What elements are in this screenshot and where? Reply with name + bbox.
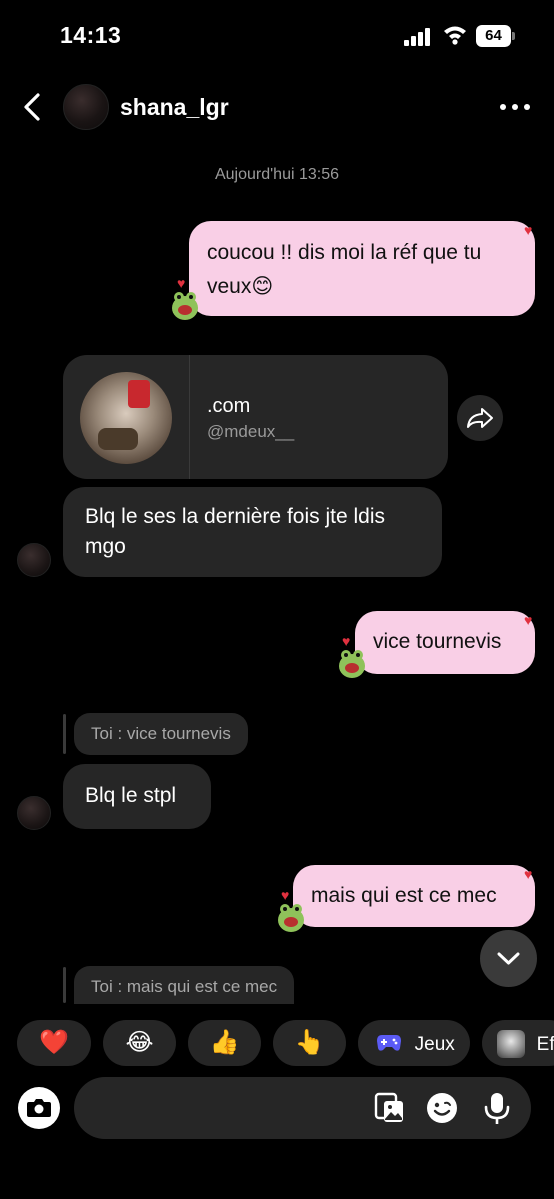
battery-level: 64: [476, 25, 511, 47]
profile-share-card[interactable]: .com @mdeux__: [63, 355, 448, 479]
share-button[interactable]: [457, 395, 503, 441]
profile-share-handle: @mdeux__: [207, 422, 295, 441]
quick-reaction-pointing[interactable]: 👆: [273, 1020, 346, 1066]
more-options-icon[interactable]: [500, 104, 530, 110]
message-text-line: Blq le stpl: [85, 784, 177, 807]
header-avatar[interactable]: [63, 84, 109, 130]
quick-reaction-heart[interactable]: ❤️: [17, 1020, 91, 1066]
games-button[interactable]: Jeux: [358, 1020, 470, 1066]
reply-preview[interactable]: Toi : vice tournevis: [74, 713, 248, 755]
joy-emoji-icon: 😂: [125, 1029, 154, 1056]
thumbs-up-icon: 👍: [209, 1029, 240, 1056]
quick-reaction-thumbs-up[interactable]: 👍: [188, 1020, 261, 1066]
heart-icon: ♥: [524, 222, 533, 238]
header-username[interactable]: shana_lgr: [120, 94, 229, 121]
message-incoming[interactable]: Blq le ses la dernière fois jte ldis mgo: [63, 487, 442, 577]
message-outgoing[interactable]: vice tournevis: [355, 611, 535, 674]
wifi-icon: [444, 26, 466, 45]
message-input[interactable]: [74, 1077, 531, 1139]
effect-avatar-icon: [497, 1030, 525, 1058]
message-outgoing[interactable]: mais qui est ce mec: [293, 865, 535, 927]
chevron-down-icon: [497, 952, 520, 965]
message-text-line: Blq le ses la dernière fois jte ldis: [85, 505, 385, 528]
effects-label: Eff: [536, 1034, 554, 1055]
scroll-to-bottom-button[interactable]: [480, 930, 537, 987]
gallery-icon[interactable]: [372, 1091, 406, 1125]
back-arrow-icon[interactable]: [20, 92, 46, 122]
signal-icon: [404, 28, 432, 46]
camera-icon: [27, 1099, 51, 1117]
conversation-timestamp: Aujourd'hui 13:56: [214, 166, 340, 183]
message-text-line: coucou !! dis moi la réf que tu: [207, 241, 482, 264]
message-text-line: mgo: [85, 535, 126, 558]
message-text-line: mais qui est ce mec: [311, 884, 497, 907]
sender-avatar[interactable]: [17, 543, 51, 577]
card-divider: [189, 355, 190, 479]
microphone-icon[interactable]: [480, 1091, 514, 1125]
battery-icon: 64: [476, 25, 516, 47]
heart-icon: ♥: [524, 612, 533, 628]
frog-sticker-icon: [172, 292, 198, 320]
message-outgoing[interactable]: coucou !! dis moi la réf que tu veux😊: [189, 221, 535, 316]
frog-sticker-icon: [339, 650, 365, 678]
frog-sticker-icon: [278, 904, 304, 932]
effects-button[interactable]: Eff: [482, 1020, 554, 1066]
gamepad-icon: [377, 1035, 401, 1051]
pointing-hand-icon: 👆: [294, 1029, 325, 1056]
reply-preview[interactable]: Toi : mais qui est ce mec: [74, 966, 295, 1004]
heart-icon: ❤️: [39, 1029, 69, 1056]
status-time: 14:13: [60, 22, 122, 48]
share-arrow-icon: [467, 408, 493, 428]
reply-indicator: [63, 714, 66, 754]
message-incoming[interactable]: Blq le stpl: [63, 764, 211, 829]
games-label: Jeux: [414, 1034, 455, 1055]
profile-share-title: .com: [207, 395, 251, 417]
message-text-line: vice tournevis: [373, 630, 502, 653]
message-text-line: veux😊: [207, 275, 274, 298]
reply-indicator: [63, 967, 66, 1003]
quick-reaction-joy[interactable]: 😂: [103, 1020, 176, 1066]
camera-button[interactable]: [18, 1087, 60, 1129]
heart-icon: ♥: [524, 866, 533, 882]
sticker-icon[interactable]: [425, 1091, 459, 1125]
profile-share-photo: [80, 372, 172, 464]
sender-avatar[interactable]: [17, 796, 51, 830]
